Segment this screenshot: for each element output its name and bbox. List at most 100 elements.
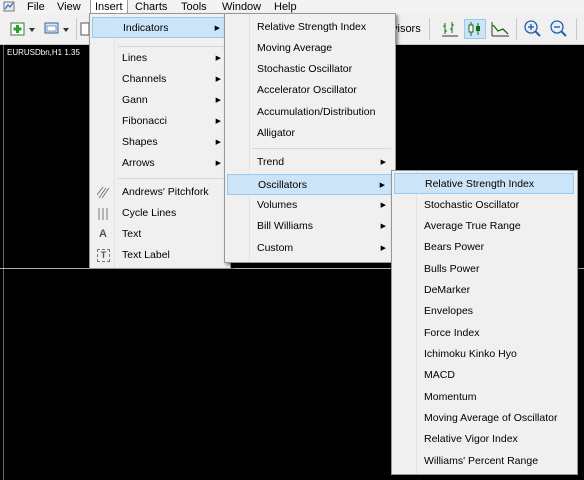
oscillator-item-ichimoku[interactable]: Ichimoku Kinko Hyo (394, 344, 574, 365)
insert-menu-item-text[interactable]: A Text (92, 224, 227, 245)
indicator-item-accelerator[interactable]: Accelerator Oscillator (227, 80, 392, 101)
oscillator-item-williams-percent-range[interactable]: Williams' Percent Range (394, 451, 574, 472)
zoom-in-button[interactable] (522, 19, 544, 39)
indicator-item-moving-average[interactable]: Moving Average (227, 38, 392, 59)
oscillator-item-force-index[interactable]: Force Index (394, 323, 574, 344)
menu-item-label: Oscillators (258, 179, 308, 191)
menu-item-label: Envelopes (424, 305, 474, 317)
menu-item-label: Accumulation/Distribution (257, 106, 376, 118)
indicator-item-custom[interactable]: Custom ▶ (227, 238, 392, 259)
menu-item-label: Arrows (122, 157, 155, 169)
bar-chart-icon (442, 22, 458, 37)
menu-file[interactable]: File (23, 0, 49, 14)
zoom-out-icon (550, 20, 567, 37)
indicator-item-oscillators[interactable]: Oscillators ▶ (227, 174, 392, 195)
menu-item-label: Stochastic Oscillator (424, 199, 520, 211)
indicator-item-accumulation-distribution[interactable]: Accumulation/Distribution (227, 102, 392, 123)
toolbar-separator (516, 18, 517, 40)
insert-menu-item-gann[interactable]: Gann ▶ (92, 90, 227, 111)
chart-title: EURUSDbn,H1 1.35 (7, 48, 80, 57)
line-chart-icon (491, 22, 509, 37)
chart-border (3, 45, 4, 480)
indicator-item-rsi[interactable]: Relative Strength Index (227, 17, 392, 38)
menu-item-label: Bill Williams (257, 220, 313, 232)
zoom-out-button[interactable] (548, 19, 570, 39)
menu-item-label: Indicators (123, 22, 169, 34)
insert-menu-item-channels[interactable]: Channels ▶ (92, 69, 227, 90)
menu-item-label: Alligator (257, 127, 295, 139)
insert-menu-item-lines[interactable]: Lines ▶ (92, 48, 227, 69)
menu-item-label: Relative Strength Index (257, 21, 367, 33)
menu-separator (253, 148, 391, 149)
menu-item-label: Cycle Lines (122, 207, 177, 219)
submenu-arrow-icon: ▶ (380, 223, 386, 230)
menu-charts[interactable]: Charts (131, 0, 171, 14)
new-chart-button[interactable] (8, 19, 38, 39)
oscillator-item-envelopes[interactable]: Envelopes (394, 301, 574, 322)
oscillator-item-demarker[interactable]: DeMarker (394, 280, 574, 301)
expert-advisors-label[interactable]: visors (392, 23, 421, 35)
zoom-in-icon (524, 20, 541, 37)
indicators-submenu: Relative Strength Index Moving Average S… (224, 13, 396, 263)
menu-item-label: Ichimoku Kinko Hyo (424, 348, 517, 360)
oscillator-item-average-true-range[interactable]: Average True Range (394, 216, 574, 237)
menu-help[interactable]: Help (270, 0, 301, 14)
insert-menu-item-fibonacci[interactable]: Fibonacci ▶ (92, 111, 227, 132)
candlestick-button[interactable] (464, 19, 486, 39)
menu-item-label: Trend (257, 156, 285, 168)
submenu-arrow-icon: ▶ (380, 159, 386, 166)
menu-separator (118, 178, 226, 179)
submenu-arrow-icon: ▶ (215, 55, 221, 62)
menu-separator (118, 46, 226, 47)
menu-item-label: Force Index (424, 327, 480, 339)
line-chart-button[interactable] (490, 19, 512, 39)
toolbar-separator (76, 18, 77, 40)
menu-item-label: Bulls Power (424, 263, 480, 275)
menu-bar: File View Insert Charts Tools Window Hel… (0, 0, 584, 15)
menu-tools[interactable]: Tools (177, 0, 211, 14)
menu-item-label: Williams' Percent Range (424, 455, 539, 467)
indicator-item-trend[interactable]: Trend ▶ (227, 152, 392, 173)
bar-chart-button[interactable] (440, 19, 462, 39)
text-icon: A (99, 228, 107, 240)
oscillator-item-macd[interactable]: MACD (394, 365, 574, 386)
insert-menu: Indicators ▶ Lines ▶ Channels ▶ Gann ▶ F… (89, 13, 231, 269)
oscillator-item-relative-vigor[interactable]: Relative Vigor Index (394, 429, 574, 450)
insert-menu-item-indicators[interactable]: Indicators ▶ (92, 17, 227, 38)
menu-item-label: Gann (122, 94, 148, 106)
menu-item-label: Custom (257, 242, 294, 254)
oscillator-item-stochastic[interactable]: Stochastic Oscillator (394, 195, 574, 216)
insert-menu-item-cycle-lines[interactable]: Cycle Lines (92, 203, 227, 224)
oscillator-item-rsi[interactable]: Relative Strength Index (394, 173, 574, 194)
insert-menu-item-text-label[interactable]: T Text Label (92, 245, 227, 266)
new-chart-icon (10, 22, 35, 36)
app-icon (3, 1, 15, 12)
menu-item-label: Momentum (424, 391, 477, 403)
indicator-item-volumes[interactable]: Volumes ▶ (227, 195, 392, 216)
oscillator-item-osma[interactable]: Moving Average of Oscillator (394, 408, 574, 429)
profiles-button[interactable] (42, 19, 72, 39)
menu-item-label: Accelerator Oscillator (257, 84, 357, 96)
insert-menu-item-shapes[interactable]: Shapes ▶ (92, 132, 227, 153)
indicator-item-bill-williams[interactable]: Bill Williams ▶ (227, 216, 392, 237)
indicator-item-stochastic[interactable]: Stochastic Oscillator (227, 59, 392, 80)
menu-item-label: Text Label (122, 249, 170, 261)
menu-view[interactable]: View (53, 0, 85, 14)
insert-menu-item-arrows[interactable]: Arrows ▶ (92, 153, 227, 174)
insert-menu-item-andrews-pitchfork[interactable]: Andrews' Pitchfork (92, 182, 227, 203)
menu-item-label: Moving Average (257, 42, 333, 54)
menu-item-label: Average True Range (424, 220, 521, 232)
oscillator-item-bears-power[interactable]: Bears Power (394, 237, 574, 258)
indicator-item-alligator[interactable]: Alligator (227, 123, 392, 144)
submenu-arrow-icon: ▶ (215, 118, 221, 125)
submenu-arrow-icon: ▶ (215, 76, 221, 83)
menu-item-label: Bears Power (424, 241, 485, 253)
menu-item-label: Lines (122, 52, 148, 64)
submenu-arrow-icon: ▶ (379, 182, 385, 189)
oscillator-item-bulls-power[interactable]: Bulls Power (394, 259, 574, 280)
menu-item-label: Andrews' Pitchfork (122, 186, 209, 198)
oscillator-item-momentum[interactable]: Momentum (394, 387, 574, 408)
menu-item-label: Fibonacci (122, 115, 167, 127)
profiles-icon (44, 22, 69, 34)
menu-window[interactable]: Window (218, 0, 265, 14)
